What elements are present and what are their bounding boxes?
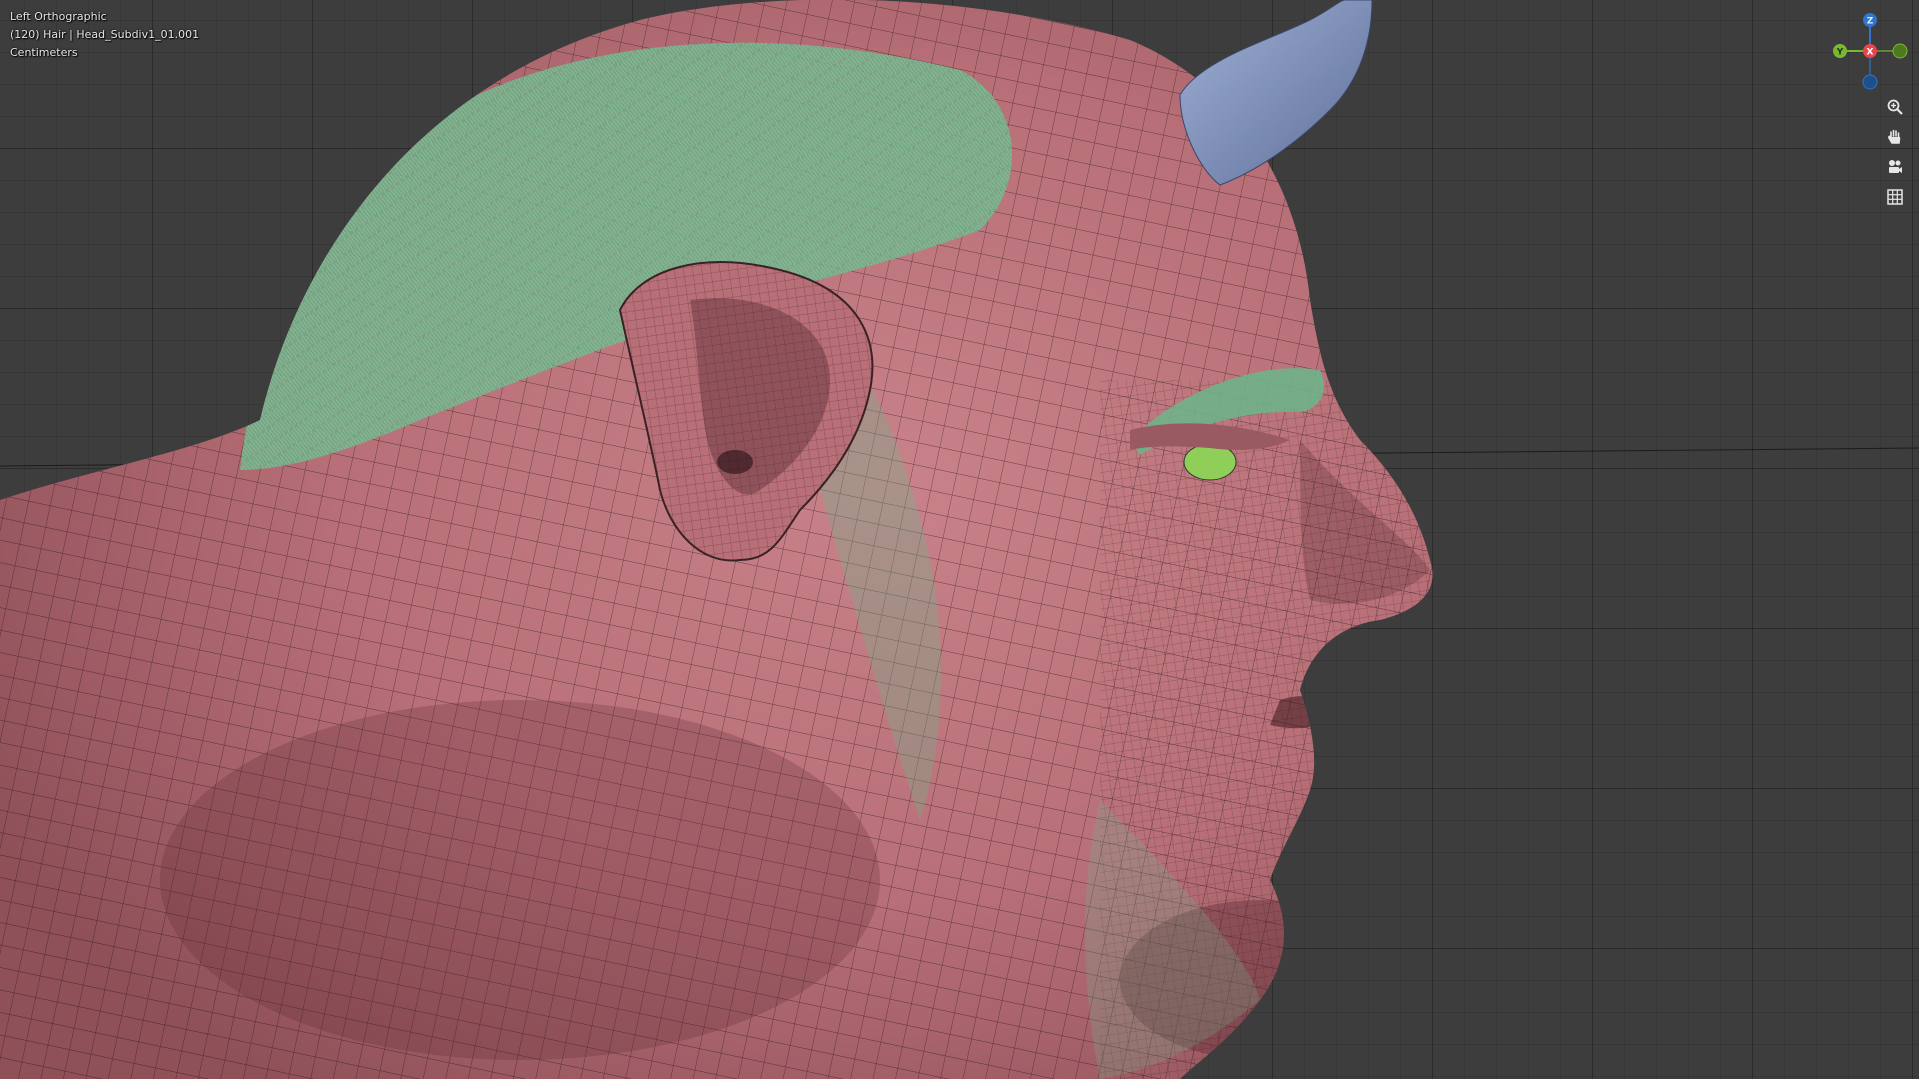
y-neg-handle[interactable] xyxy=(1892,43,1908,59)
y-axis-label: Y xyxy=(1836,48,1844,58)
camera-view-button[interactable] xyxy=(1882,154,1908,180)
zoom-icon xyxy=(1887,99,1903,115)
3d-viewport[interactable]: Left Orthographic (120) Hair | Head_Subd… xyxy=(0,0,1919,1079)
grid-icon xyxy=(1887,189,1903,205)
units-label: Centimeters xyxy=(10,46,78,59)
toggle-ortho-button[interactable] xyxy=(1882,184,1908,210)
scene-render xyxy=(0,0,1919,1079)
zoom-button[interactable] xyxy=(1882,94,1908,120)
x-axis-label: X xyxy=(1867,48,1874,58)
hand-icon xyxy=(1888,129,1901,144)
z-axis-label: Z xyxy=(1867,17,1874,27)
object-info-label: (120) Hair | Head_Subdiv1_01.001 xyxy=(10,28,200,41)
pan-button[interactable] xyxy=(1882,124,1908,150)
z-neg-handle[interactable] xyxy=(1862,74,1878,90)
navigation-gizmo[interactable]: Z Y X xyxy=(1825,8,1915,98)
camera-icon xyxy=(1889,160,1902,173)
view-name-label: Left Orthographic xyxy=(10,10,107,23)
